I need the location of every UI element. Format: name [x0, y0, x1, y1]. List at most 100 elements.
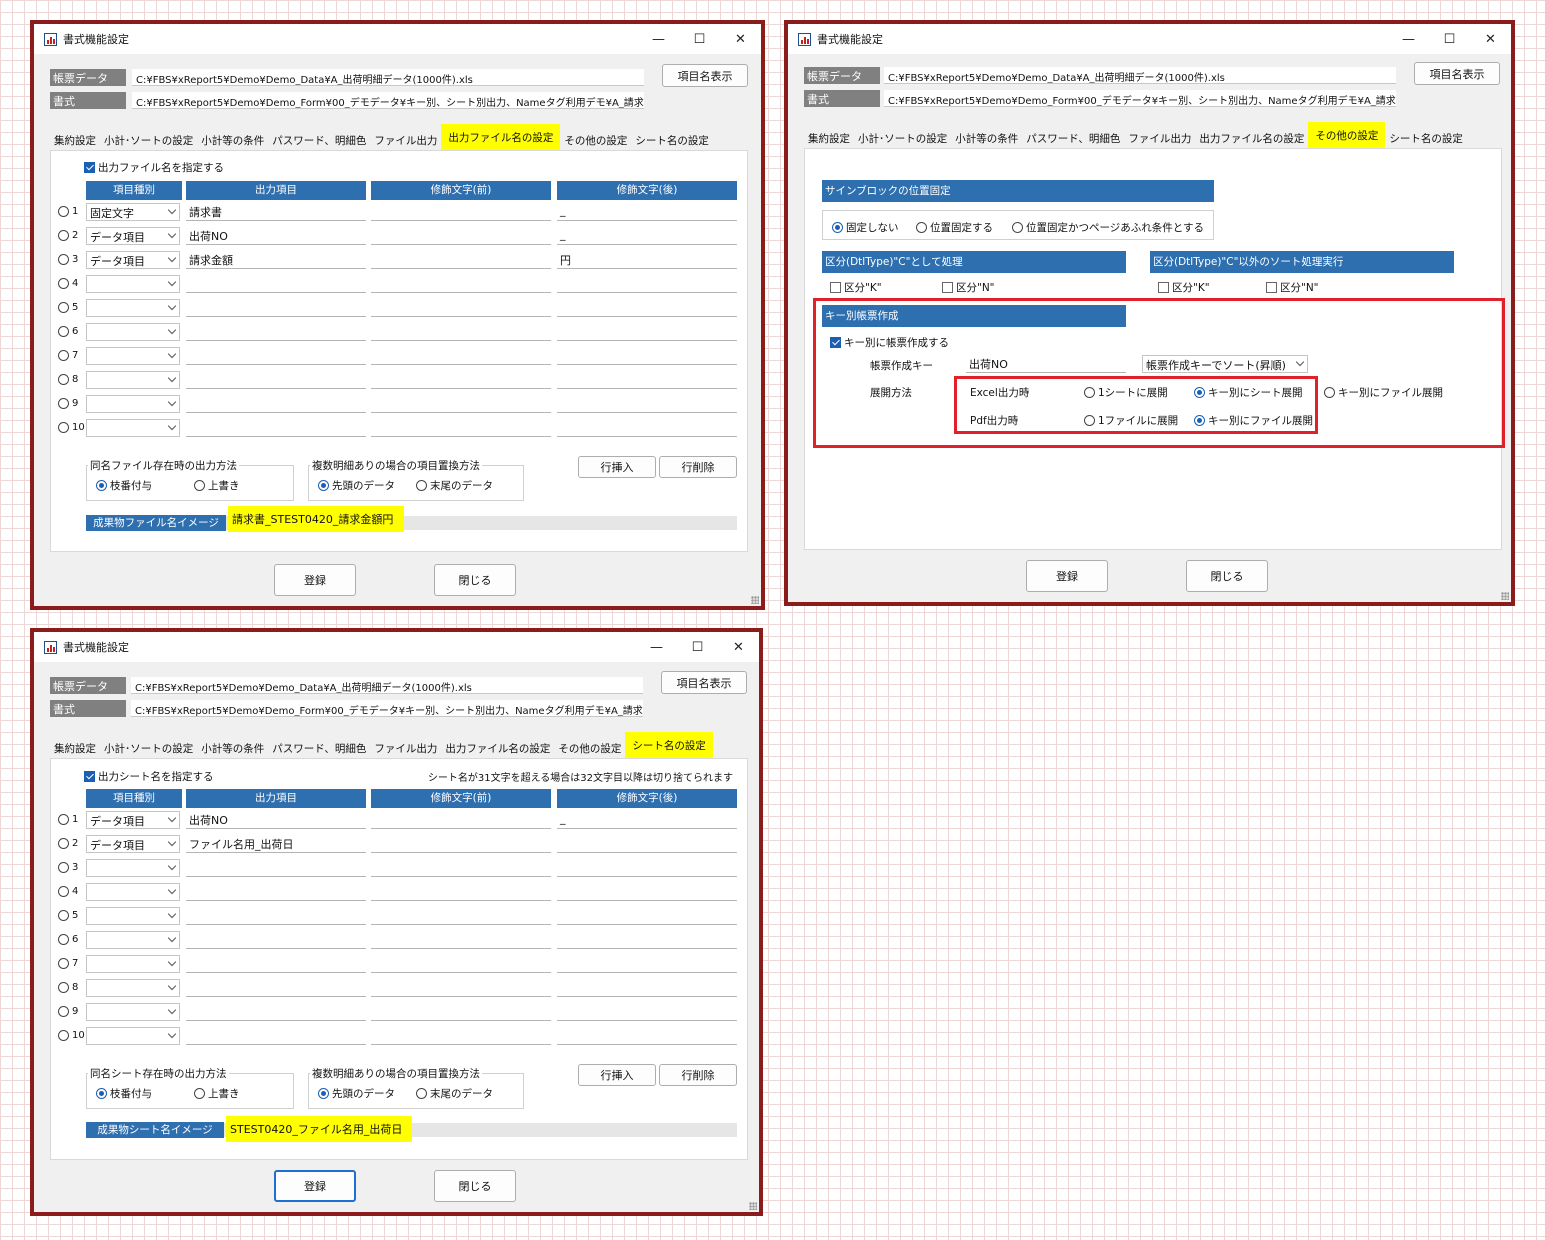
- tab-aggregation[interactable]: 集約設定: [50, 130, 100, 150]
- row-select[interactable]: 3: [58, 862, 78, 873]
- close-button[interactable]: 閉じる: [434, 564, 516, 596]
- suffix-input[interactable]: [557, 1027, 737, 1045]
- type-select[interactable]: [86, 955, 180, 973]
- tab-subtotal-sort[interactable]: 小計･ソートの設定: [100, 738, 197, 758]
- insert-row-button[interactable]: 行挿入: [578, 456, 656, 478]
- checkbox-icon[interactable]: [1266, 282, 1277, 293]
- prefix-input[interactable]: [371, 955, 551, 973]
- option-overwrite[interactable]: 上書き: [194, 478, 240, 493]
- option-fixed[interactable]: 位置固定する: [916, 220, 993, 235]
- type-select[interactable]: データ項目: [86, 811, 180, 829]
- type-select[interactable]: データ項目: [86, 835, 180, 853]
- prefix-input[interactable]: [371, 227, 551, 245]
- radio-icon[interactable]: [58, 958, 69, 969]
- show-item-names-button[interactable]: 項目名表示: [661, 671, 747, 694]
- tab-subtotal-conditions[interactable]: 小計等の条件: [951, 128, 1022, 148]
- type-select[interactable]: [86, 907, 180, 925]
- data-path-field[interactable]: C:¥FBS¥xReport5¥Demo¥Demo_Data¥A_出荷明細データ…: [132, 69, 644, 86]
- tab-file-output[interactable]: ファイル出力: [1124, 128, 1195, 148]
- c-sort-n-checkbox[interactable]: 区分"N": [1266, 280, 1319, 295]
- option-branch-number[interactable]: 枝番付与: [96, 478, 152, 493]
- tab-subtotal-conditions[interactable]: 小計等の条件: [197, 738, 268, 758]
- row-select[interactable]: 10: [58, 422, 85, 433]
- type-select[interactable]: [86, 883, 180, 901]
- prefix-input[interactable]: [371, 299, 551, 317]
- type-select[interactable]: 固定文字: [86, 203, 180, 221]
- type-select[interactable]: [86, 931, 180, 949]
- minimize-icon[interactable]: —: [1388, 32, 1429, 47]
- close-icon[interactable]: ✕: [718, 640, 759, 655]
- close-button[interactable]: 閉じる: [434, 1170, 516, 1202]
- row-select[interactable]: 6: [58, 934, 78, 945]
- radio-icon[interactable]: [194, 480, 205, 491]
- insert-row-button[interactable]: 行挿入: [578, 1064, 656, 1086]
- radio-icon[interactable]: [58, 326, 69, 337]
- prefix-input[interactable]: [371, 835, 551, 853]
- tab-password-color[interactable]: パスワード、明細色: [268, 130, 370, 150]
- prefix-input[interactable]: [371, 1003, 551, 1021]
- suffix-input[interactable]: [557, 931, 737, 949]
- radio-icon[interactable]: [58, 1030, 69, 1041]
- radio-icon[interactable]: [58, 254, 69, 265]
- prefix-input[interactable]: [371, 275, 551, 293]
- row-select[interactable]: 7: [58, 350, 78, 361]
- prefix-input[interactable]: [371, 347, 551, 365]
- radio-icon[interactable]: [96, 480, 107, 491]
- row-select[interactable]: 10: [58, 1030, 85, 1041]
- register-button[interactable]: 登録: [1026, 560, 1108, 592]
- radio-icon[interactable]: [58, 934, 69, 945]
- tab-file-output[interactable]: ファイル出力: [370, 130, 441, 150]
- item-input[interactable]: [186, 979, 366, 997]
- option-overwrite[interactable]: 上書き: [194, 1086, 240, 1101]
- row-select[interactable]: 3: [58, 254, 78, 265]
- item-input[interactable]: [186, 859, 366, 877]
- prefix-input[interactable]: [371, 931, 551, 949]
- option-first-data[interactable]: 先頭のデータ: [318, 1086, 395, 1101]
- radio-icon[interactable]: [58, 206, 69, 217]
- prefix-input[interactable]: [371, 883, 551, 901]
- radio-icon[interactable]: [58, 910, 69, 921]
- row-select[interactable]: 9: [58, 1006, 78, 1017]
- option-first-data[interactable]: 先頭のデータ: [318, 478, 395, 493]
- maximize-icon[interactable]: ☐: [677, 640, 718, 655]
- show-item-names-button[interactable]: 項目名表示: [662, 64, 748, 87]
- delete-row-button[interactable]: 行削除: [659, 1064, 737, 1086]
- item-input[interactable]: [186, 323, 366, 341]
- maximize-icon[interactable]: ☐: [679, 32, 720, 47]
- prefix-input[interactable]: [371, 371, 551, 389]
- radio-icon[interactable]: [416, 480, 427, 491]
- suffix-input[interactable]: [557, 323, 737, 341]
- close-icon[interactable]: ✕: [1470, 32, 1511, 47]
- radio-icon[interactable]: [58, 1006, 69, 1017]
- row-select[interactable]: 4: [58, 886, 78, 897]
- suffix-input[interactable]: [557, 275, 737, 293]
- suffix-input[interactable]: [557, 907, 737, 925]
- prefix-input[interactable]: [371, 1027, 551, 1045]
- row-select[interactable]: 5: [58, 302, 78, 313]
- radio-icon[interactable]: [58, 422, 69, 433]
- type-select[interactable]: データ項目: [86, 251, 180, 269]
- option-fixed-overflow[interactable]: 位置固定かつページあふれ条件とする: [1012, 220, 1204, 235]
- row-select[interactable]: 9: [58, 398, 78, 409]
- tab-password-color[interactable]: パスワード、明細色: [268, 738, 370, 758]
- type-select[interactable]: [86, 395, 180, 413]
- item-input[interactable]: [186, 883, 366, 901]
- row-select[interactable]: 7: [58, 958, 78, 969]
- c-sort-k-checkbox[interactable]: 区分"K": [1158, 280, 1210, 295]
- tab-subtotal-sort[interactable]: 小計･ソートの設定: [100, 130, 197, 150]
- radio-icon[interactable]: [96, 1088, 107, 1099]
- radio-icon[interactable]: [916, 222, 927, 233]
- radio-icon[interactable]: [318, 1088, 329, 1099]
- option-branch-number[interactable]: 枝番付与: [96, 1086, 152, 1101]
- tab-other-settings[interactable]: その他の設定: [554, 738, 625, 758]
- item-input[interactable]: [186, 395, 366, 413]
- radio-icon[interactable]: [318, 480, 329, 491]
- c-process-n-checkbox[interactable]: 区分"N": [942, 280, 995, 295]
- tab-sheet-name[interactable]: シート名の設定: [631, 130, 713, 150]
- form-path-field[interactable]: C:¥FBS¥xReport5¥Demo¥Demo_Form¥00_デモデータ¥…: [884, 90, 1396, 107]
- suffix-input[interactable]: [557, 859, 737, 877]
- type-select[interactable]: [86, 1003, 180, 1021]
- row-select[interactable]: 2: [58, 838, 78, 849]
- prefix-input[interactable]: [371, 323, 551, 341]
- delete-row-button[interactable]: 行削除: [659, 456, 737, 478]
